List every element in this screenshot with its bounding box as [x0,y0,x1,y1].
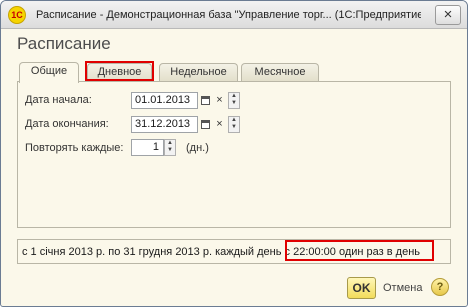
summary-date-range: с 1 січня 2013 р. по 31 грудня 2013 р. к… [22,246,282,258]
repeat-every-spinner[interactable]: ▲ ▼ [164,139,176,156]
spin-up-icon[interactable]: ▲ [229,117,239,124]
end-date-label: Дата окончания: [25,118,109,130]
dialog-window: 1С Расписание - Демонстрационная база "У… [0,0,468,307]
end-date-spinner[interactable]: ▲ ▼ [228,116,240,133]
tab-monthly[interactable]: Месячное [241,63,319,81]
page-title: Расписание [17,34,111,53]
ok-button[interactable]: OK [347,277,376,299]
tab-general[interactable]: Общие [19,62,79,83]
start-date-calendar-button[interactable] [199,92,212,109]
schedule-summary-text: с 1 січня 2013 р. по 31 грудня 2013 р. к… [22,246,420,258]
help-icon[interactable]: ? [431,278,449,296]
calendar-icon [201,120,210,129]
window-title: Расписание - Демонстрационная база "Упра… [36,9,421,21]
calendar-icon [201,96,210,105]
start-date-clear-button[interactable]: × [213,92,226,109]
end-date-clear-button[interactable]: × [213,116,226,133]
general-tab-panel: Дата начала: 01.01.2013 × ▲ ▼ Дата оконч… [17,81,451,228]
cancel-button[interactable]: Отмена [383,282,422,294]
start-date-label: Дата начала: [25,94,92,106]
tab-daily[interactable]: Дневное [87,63,152,81]
summary-time: с 22:00:00 один раз в день [284,246,421,258]
start-date-input[interactable]: 01.01.2013 [131,92,198,109]
spin-up-icon[interactable]: ▲ [165,140,175,147]
spin-down-icon[interactable]: ▼ [229,124,239,131]
end-date-calendar-button[interactable] [199,116,212,133]
close-button[interactable]: × [435,5,461,25]
repeat-every-label: Повторять каждые: [25,142,124,154]
end-date-input[interactable]: 31.12.2013 [131,116,198,133]
spin-down-icon[interactable]: ▼ [229,100,239,107]
schedule-summary: с 1 січня 2013 р. по 31 грудня 2013 р. к… [17,239,451,264]
1c-logo-icon[interactable]: 1С [8,6,26,24]
spin-up-icon[interactable]: ▲ [229,93,239,100]
spin-down-icon[interactable]: ▼ [165,147,175,154]
repeat-unit-label: (дн.) [186,142,209,154]
start-date-spinner[interactable]: ▲ ▼ [228,92,240,109]
title-bar[interactable]: 1С Расписание - Демонстрационная база "У… [1,1,467,29]
tab-weekly[interactable]: Недельное [159,63,238,81]
repeat-every-input[interactable]: 1 [131,139,164,156]
